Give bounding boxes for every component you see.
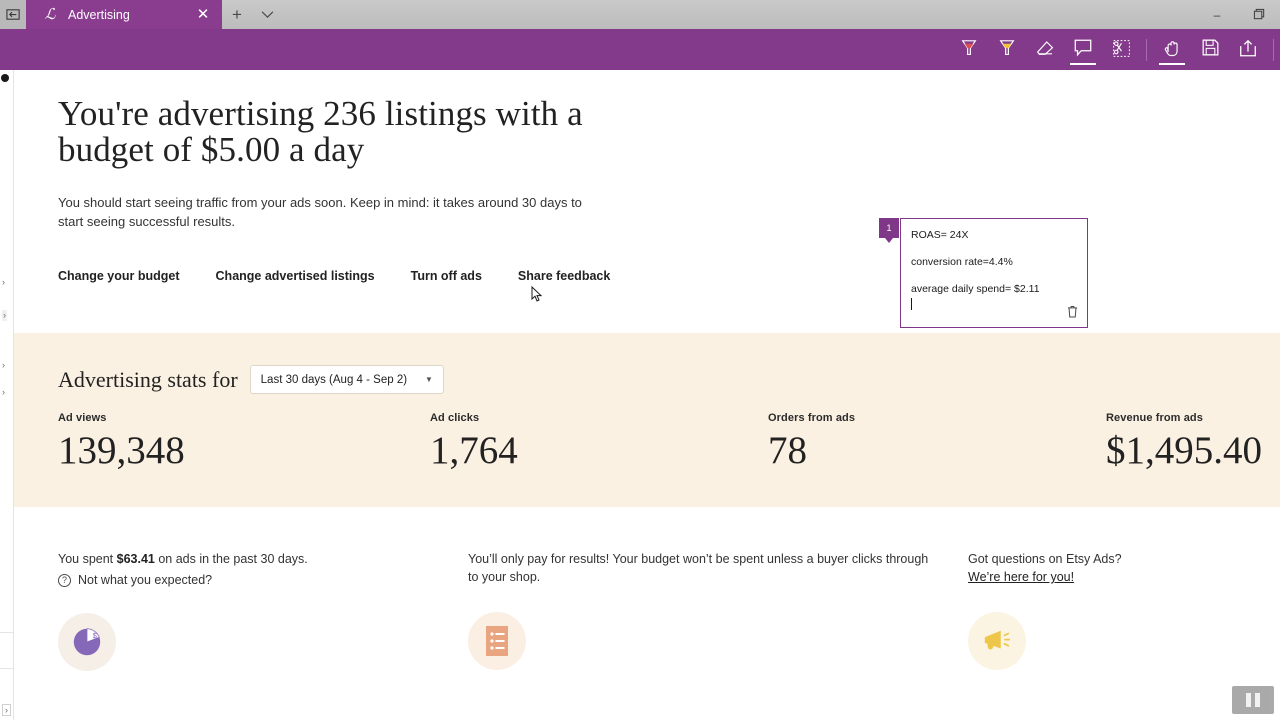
footer-column-support: Got questions on Etsy Ads? We’re here fo… xyxy=(968,550,1268,671)
share-feedback-link[interactable]: Share feedback xyxy=(518,269,610,283)
note-body[interactable]: ROAS= 24X conversion rate=4.4% average d… xyxy=(901,219,1087,310)
highlighter-icon[interactable] xyxy=(988,29,1026,70)
clip-icon[interactable] xyxy=(1102,29,1140,70)
footer-columns: You spent $63.41 on ads in the past 30 d… xyxy=(14,550,1280,671)
hero-subtext: You should start seeing traffic from you… xyxy=(58,195,582,229)
toolbar-divider-end xyxy=(1273,38,1274,61)
not-expected-label: Not what you expected? xyxy=(78,573,213,587)
browser-viewport: › › › › › You're advertising 236 listing… xyxy=(0,70,1280,720)
web-notes-toolbar xyxy=(0,29,1280,70)
pie-chart-dollar-icon: $ xyxy=(58,613,116,671)
eraser-icon[interactable] xyxy=(1026,29,1064,70)
spend-summary: You spent $63.41 on ads in the past 30 d… xyxy=(58,550,468,568)
rail-chevron-icon-1[interactable]: › xyxy=(2,278,5,287)
note-badge[interactable]: 1 xyxy=(879,218,899,243)
stat-ad-clicks: Ad clicks 1,764 xyxy=(430,412,768,472)
spend-amount: $63.41 xyxy=(116,552,155,566)
etsy-script-icon: ℒ xyxy=(44,7,56,23)
left-rail: › › › › › xyxy=(0,70,14,720)
megaphone-icon xyxy=(968,612,1026,670)
stat-label: Orders from ads xyxy=(768,412,856,424)
advertising-stats-band: Advertising stats for Last 30 days (Aug … xyxy=(14,333,1280,507)
new-tab-button[interactable]: + xyxy=(222,0,252,29)
stat-value: 1,764 xyxy=(430,429,518,472)
text-cursor xyxy=(911,298,912,310)
page-content: You're advertising 236 listings with a b… xyxy=(14,70,1280,720)
spend-text-before: You spent xyxy=(58,552,117,566)
change-budget-link[interactable]: Change your budget xyxy=(58,269,180,283)
toolbar-divider xyxy=(1146,38,1147,61)
date-range-value: Last 30 days (Aug 4 - Sep 2) xyxy=(260,373,408,386)
chevron-down-icon: ▼ xyxy=(425,375,433,384)
mouse-cursor xyxy=(531,285,543,304)
stat-value: 78 xyxy=(768,429,807,472)
stat-label: Ad views xyxy=(58,412,107,424)
date-range-select[interactable]: Last 30 days (Aug 4 - Sep 2) ▼ xyxy=(249,365,444,394)
pause-icon[interactable] xyxy=(1232,686,1274,714)
change-listings-link[interactable]: Change advertised listings xyxy=(216,269,375,283)
stats-header: Advertising stats for Last 30 days (Aug … xyxy=(14,333,1280,394)
stat-orders-from-ads: Orders from ads 78 xyxy=(768,412,1106,472)
page-title: You're advertising 236 listings with a b… xyxy=(58,94,583,169)
close-icon[interactable]: ✕ xyxy=(192,4,214,26)
minimize-button[interactable]: – xyxy=(1196,0,1238,29)
touch-writing-icon[interactable] xyxy=(1153,29,1191,70)
browser-tab-advertising[interactable]: ℒ Advertising ✕ xyxy=(26,0,222,29)
rail-chevron-icon-2[interactable]: › xyxy=(2,310,7,321)
share-icon[interactable] xyxy=(1229,29,1267,70)
add-note-icon[interactable] xyxy=(1064,29,1102,70)
footer-column-spend: You spent $63.41 on ads in the past 30 d… xyxy=(58,550,468,671)
not-what-you-expected[interactable]: ? Not what you expected? xyxy=(58,573,468,587)
web-note[interactable]: 1 ROAS= 24X conversion rate=4.4% average… xyxy=(879,218,1088,328)
pen-icon[interactable] xyxy=(950,29,988,70)
restore-button[interactable] xyxy=(1238,0,1280,29)
stat-label: Revenue from ads xyxy=(1106,412,1203,424)
note-line-spend: average daily spend= $2.11 xyxy=(911,283,1040,295)
turn-off-ads-link[interactable]: Turn off ads xyxy=(411,269,482,283)
trash-icon[interactable] xyxy=(1067,305,1078,321)
back-arrow-icon[interactable] xyxy=(0,0,26,29)
stats-title: Advertising stats for xyxy=(58,366,238,392)
stat-value: 139,348 xyxy=(58,429,185,472)
note-line-roas: ROAS= 24X xyxy=(911,229,969,241)
stat-label: Ad clicks xyxy=(430,412,480,424)
rail-chevron-icon-3[interactable]: › xyxy=(2,361,5,370)
rail-dot-icon xyxy=(1,74,9,82)
tab-title: Advertising xyxy=(68,7,130,22)
chevron-down-icon[interactable] xyxy=(252,0,282,29)
save-icon[interactable] xyxy=(1191,29,1229,70)
stat-ad-views: Ad views 139,348 xyxy=(58,412,430,472)
support-link[interactable]: We’re here for you! xyxy=(968,570,1074,584)
rail-chevron-icon-bottom[interactable]: › xyxy=(2,704,11,716)
footer-column-pay-for-results: You’ll only pay for results! Your budget… xyxy=(468,550,968,671)
hero-section: You're advertising 236 listings with a b… xyxy=(14,70,1280,284)
question-mark-icon: ? xyxy=(58,573,71,587)
note-line-conversion: conversion rate=4.4% xyxy=(911,256,1013,268)
window-titlebar: ℒ Advertising ✕ + – xyxy=(0,0,1280,29)
titlebar-drag-area xyxy=(282,0,1196,29)
list-document-icon xyxy=(468,612,526,670)
spend-text-after: on ads in the past 30 days. xyxy=(154,552,308,566)
support-question-text: Got questions on Etsy Ads? xyxy=(968,552,1122,566)
stat-revenue-from-ads: Revenue from ads $1,495.40 xyxy=(1106,412,1262,472)
rail-chevron-icon-4[interactable]: › xyxy=(2,388,5,397)
stat-value: $1,495.40 xyxy=(1106,429,1262,472)
pay-for-results-text: You’ll only pay for results! Your budget… xyxy=(468,552,929,584)
stats-row: Ad views 139,348 Ad clicks 1,764 Orders … xyxy=(14,394,1280,472)
